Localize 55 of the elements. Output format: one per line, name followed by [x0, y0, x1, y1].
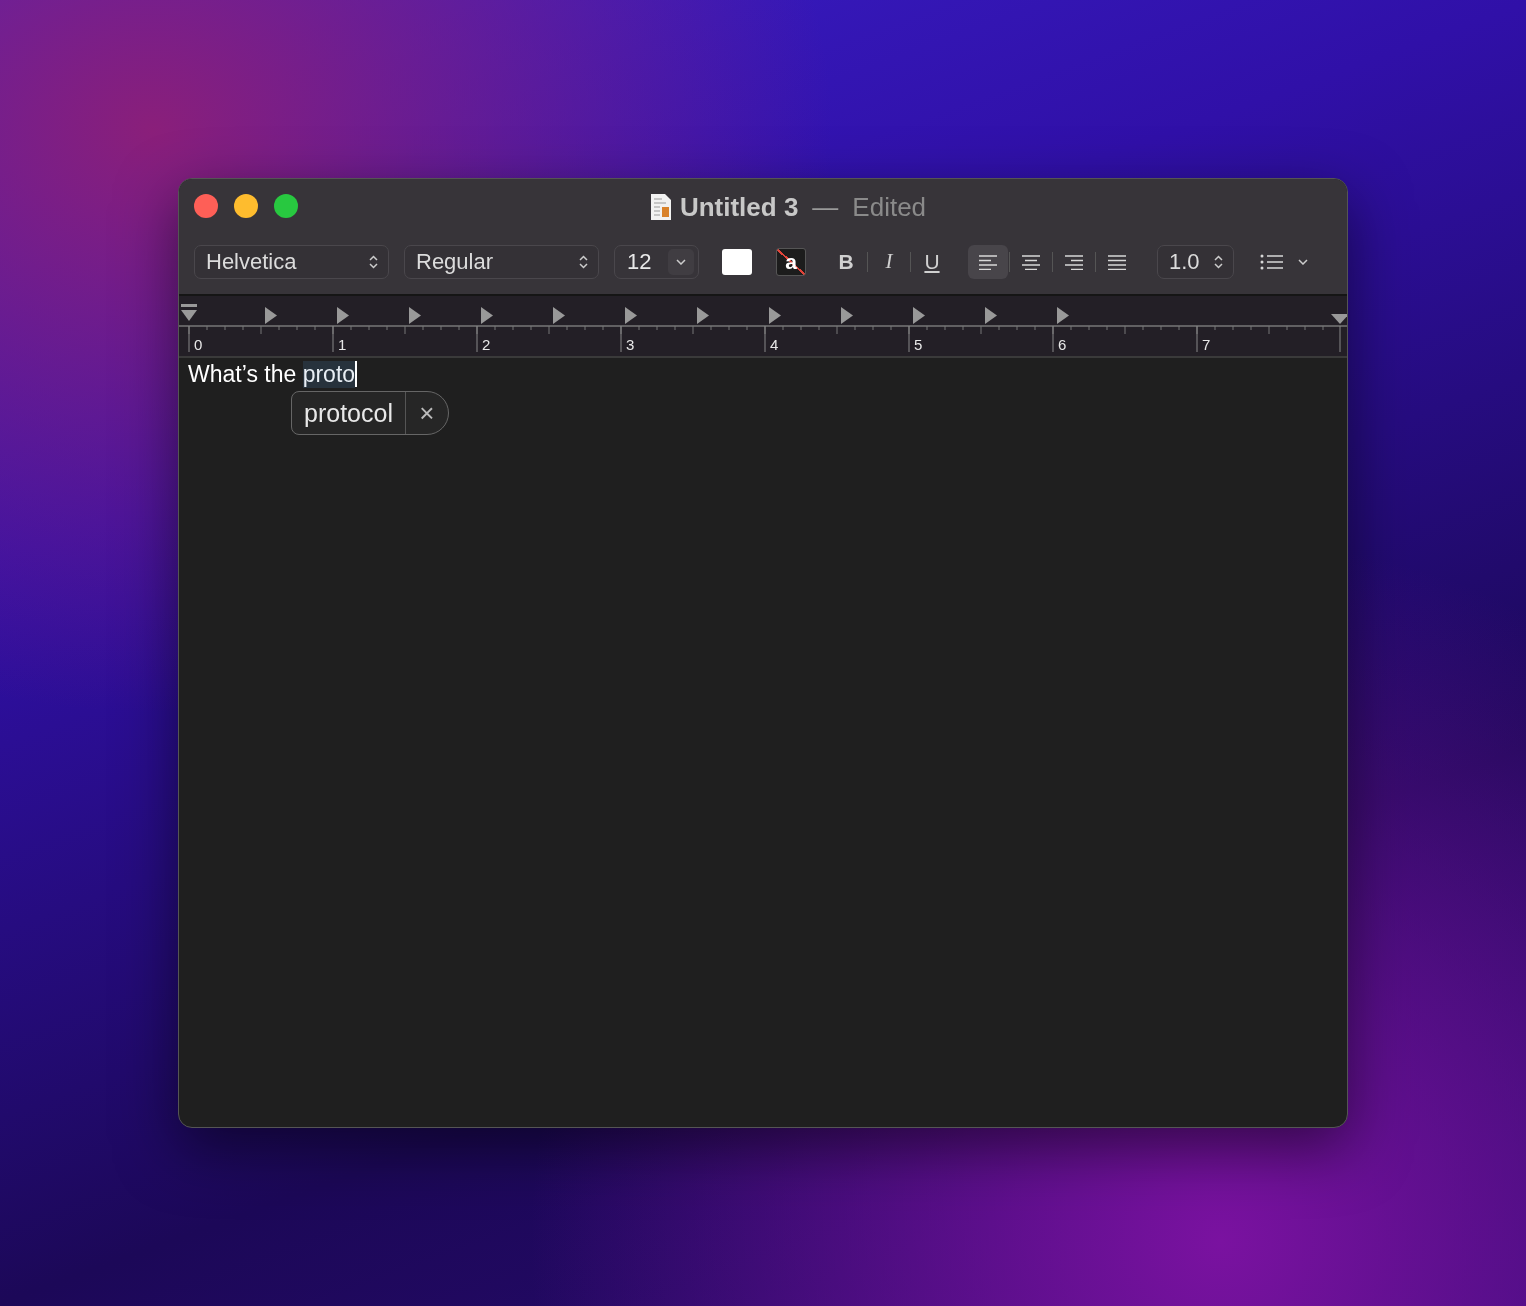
updown-icon: [579, 254, 588, 269]
align-right-icon: [1064, 253, 1084, 270]
title-separator: —: [812, 191, 839, 223]
indent-marker[interactable]: [181, 304, 197, 321]
tab-stop-marker[interactable]: [985, 307, 997, 324]
font-size-value: 12: [627, 248, 652, 275]
ruler-number: 4: [770, 336, 779, 353]
right-margin-marker[interactable]: [1331, 314, 1347, 324]
bold-button[interactable]: B: [834, 249, 858, 274]
close-button[interactable]: ×: [405, 397, 448, 429]
zoom-button[interactable]: [274, 194, 298, 218]
font-size-combo[interactable]: 12: [614, 244, 699, 279]
chevron-down-icon: [676, 258, 686, 265]
text-color-well[interactable]: [722, 248, 752, 275]
tab-stop-marker[interactable]: [553, 307, 565, 324]
tab-stop-marker[interactable]: [841, 307, 853, 324]
tab-stop-marker[interactable]: [337, 307, 349, 324]
document-icon: [649, 193, 672, 221]
italic-button[interactable]: I: [877, 249, 901, 274]
ruler-number: 5: [914, 336, 923, 353]
autocomplete-suggestion[interactable]: protocol ×: [291, 391, 449, 435]
underline-button[interactable]: U: [920, 249, 944, 274]
tab-stop-marker[interactable]: [769, 307, 781, 324]
window-title: Untitled 3: [679, 191, 799, 223]
tab-stop-marker[interactable]: [265, 307, 277, 324]
updown-icon: [369, 254, 378, 269]
document-text: What’s the proto: [188, 360, 359, 388]
ruler-number: 3: [626, 336, 635, 353]
ruler-number: 1: [338, 336, 347, 353]
tab-stop-marker[interactable]: [625, 307, 637, 324]
align-justify-icon: [1107, 253, 1127, 270]
size-dropdown-button[interactable]: [668, 248, 694, 275]
ruler-number: 6: [1058, 336, 1067, 353]
ruler-number: 7: [1202, 336, 1211, 353]
font-family-popup[interactable]: Helvetica: [194, 244, 389, 279]
chevron-down-icon: [1298, 258, 1308, 265]
align-left-button[interactable]: [968, 244, 1008, 279]
align-left-icon: [978, 253, 998, 270]
minimize-button[interactable]: [234, 194, 258, 218]
line-spacing-popup[interactable]: 1.0: [1157, 244, 1234, 279]
ruler-number: 0: [194, 336, 203, 353]
ruler-number: 2: [482, 336, 491, 353]
updown-icon: [1214, 254, 1223, 269]
tab-stop-marker[interactable]: [409, 307, 421, 324]
tab-stop-marker[interactable]: [697, 307, 709, 324]
align-center-icon: [1021, 253, 1041, 270]
close-button[interactable]: [194, 194, 218, 218]
tab-stop-marker[interactable]: [913, 307, 925, 324]
edited-status: Edited: [852, 191, 927, 223]
tab-stop-marker[interactable]: [481, 307, 493, 324]
list-style-button[interactable]: [1260, 253, 1308, 270]
suggested-word[interactable]: protocol: [292, 392, 406, 434]
bulleted-list-icon: [1260, 253, 1284, 270]
font-style-popup[interactable]: Regular: [404, 244, 599, 279]
tab-stop-marker[interactable]: [1057, 307, 1069, 324]
